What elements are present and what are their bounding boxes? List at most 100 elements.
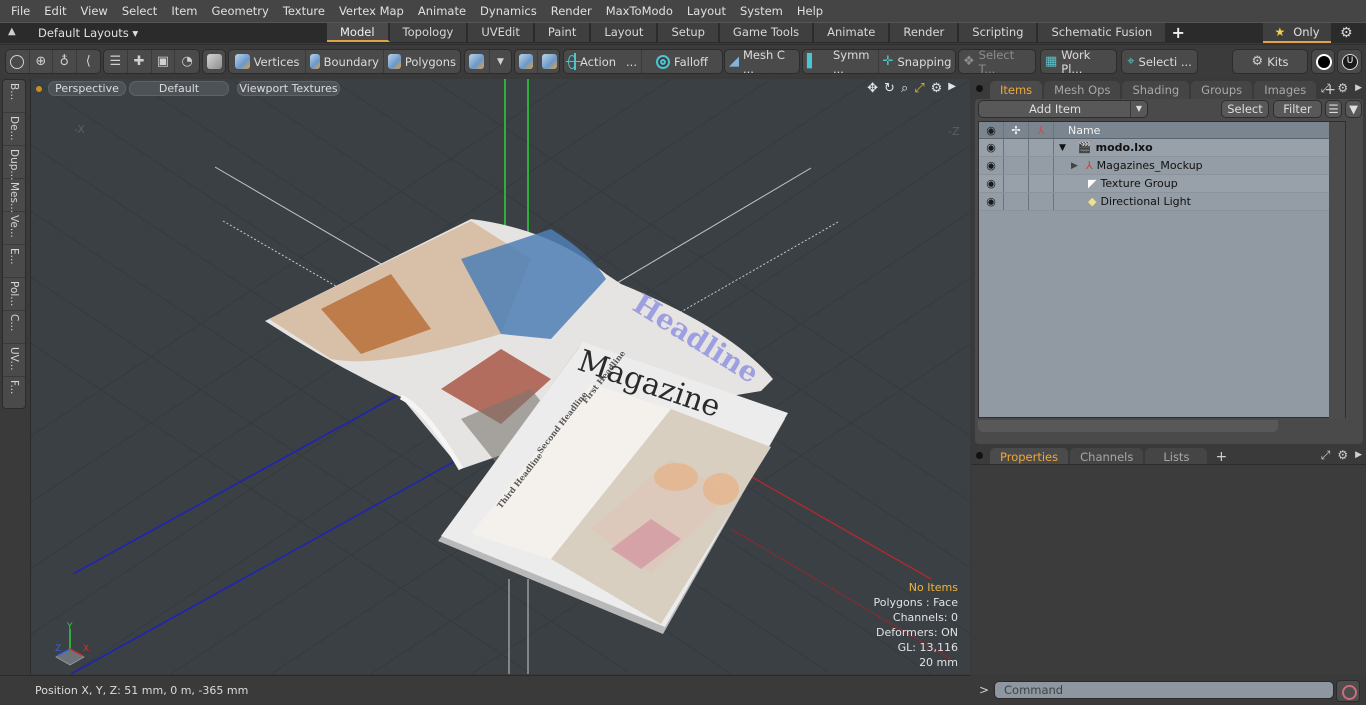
panel-menu-dot[interactable] — [976, 452, 983, 459]
add-layout-tab-button[interactable]: + — [1167, 23, 1189, 42]
panel-expand-icon[interactable]: ▶ — [1355, 448, 1362, 463]
panel-gear-icon[interactable]: ⚙ — [1337, 448, 1348, 463]
expand-arrow-icon[interactable]: ▼ — [1059, 143, 1066, 153]
visibility-toggle[interactable]: ◉ — [979, 157, 1004, 174]
material-mode-button[interactable] — [465, 50, 490, 73]
layout-select[interactable]: Default Layouts ▾ — [38, 25, 138, 41]
maximize-view-icon[interactable]: ⤢ — [914, 81, 924, 96]
menu-select[interactable]: Select — [115, 0, 164, 22]
vtab-curve[interactable]: C... — [3, 311, 25, 344]
filter-button[interactable]: Filter — [1273, 100, 1322, 118]
tab-uvedit[interactable]: UVEdit — [468, 23, 535, 42]
tab-items[interactable]: Items — [990, 81, 1043, 99]
menu-maxtomodo[interactable]: MaxToModo — [599, 0, 680, 22]
menu-help[interactable]: Help — [790, 0, 830, 22]
tree-row-texture-group[interactable]: ◉ ◤ Texture Group — [979, 175, 1345, 193]
square-circle-button[interactable]: ▣ — [152, 50, 176, 73]
dial-button[interactable]: ◔ — [175, 50, 199, 73]
vtab-uv[interactable]: UV... — [3, 344, 25, 377]
type-column-header[interactable]: ⅄ — [1029, 122, 1054, 138]
world-axis-button[interactable] — [515, 50, 538, 73]
menu-render[interactable]: Render — [544, 0, 599, 22]
select-through-button[interactable]: ❖ Select T... — [959, 50, 1035, 73]
tab-schematic-fusion[interactable]: Schematic Fusion — [1038, 23, 1168, 42]
tab-groups[interactable]: Groups — [1191, 81, 1253, 99]
maximize-panel-icon[interactable]: ⤢ — [1321, 81, 1331, 96]
vtab-basic[interactable]: B... — [3, 80, 25, 113]
menu-view[interactable]: View — [74, 0, 115, 22]
snapping-button[interactable]: ✛ Snapping — [879, 50, 955, 73]
record-macro-button[interactable] — [1336, 680, 1360, 702]
boundary-mode-button[interactable]: Boundary — [306, 50, 384, 73]
funnel-filter-button[interactable]: ▼ — [1345, 100, 1362, 118]
tree-row-magazines[interactable]: ◉ ▶ ⅄ Magazines_Mockup — [979, 157, 1345, 175]
menu-edit[interactable]: Edit — [37, 0, 73, 22]
select-circle-button[interactable] — [6, 50, 30, 73]
visibility-toggle[interactable]: ◉ — [979, 139, 1004, 156]
add-item-dropdown-icon[interactable]: ▼ — [1130, 101, 1147, 117]
menu-animate[interactable]: Animate — [411, 0, 473, 22]
tree-row-directional-light[interactable]: ◉ ◆ Directional Light — [979, 193, 1345, 211]
only-favorites-button[interactable]: ★ Only — [1263, 23, 1331, 43]
panel-menu-dot[interactable] — [976, 85, 983, 92]
menu-dynamics[interactable]: Dynamics — [473, 0, 544, 22]
tab-paint[interactable]: Paint — [534, 23, 592, 42]
tab-scripting[interactable]: Scripting — [959, 23, 1039, 42]
tab-mesh-ops[interactable]: Mesh Ops — [1044, 81, 1121, 99]
work-plane-button[interactable]: ▦ Work Pl... — [1041, 50, 1116, 73]
menu-layout[interactable]: Layout — [680, 0, 733, 22]
select-button[interactable]: Select — [1221, 100, 1269, 118]
viewport-textures-button[interactable]: Viewport Textures — [237, 81, 340, 96]
falloff-button[interactable]: Falloff — [642, 50, 722, 73]
list-options-button[interactable]: ☰ — [1325, 100, 1342, 118]
gear-icon[interactable]: ⚙ — [1340, 25, 1353, 41]
local-axis-button[interactable] — [538, 50, 559, 73]
tab-game-tools[interactable]: Game Tools — [719, 23, 815, 42]
lasso-button[interactable]: ⟨ — [77, 50, 100, 73]
vtab-edge[interactable]: E... — [3, 245, 25, 278]
unity-button[interactable] — [1312, 50, 1334, 73]
tab-render[interactable]: Render — [890, 23, 960, 42]
menu-item[interactable]: Item — [164, 0, 204, 22]
tab-model[interactable]: Model — [327, 23, 390, 42]
kits-button[interactable]: ⚙ Kits — [1233, 50, 1307, 73]
align-button[interactable]: ☰ — [104, 50, 128, 73]
perspective-view-button[interactable]: Perspective — [48, 81, 126, 96]
menu-vertex-map[interactable]: Vertex Map — [332, 0, 411, 22]
panel-gear-icon[interactable]: ⚙ — [1337, 81, 1348, 96]
symmetry-button[interactable]: ▌ Symm ... — [803, 50, 879, 73]
tab-layout[interactable]: Layout — [591, 23, 659, 42]
item-mode-button[interactable] — [203, 50, 225, 73]
vtab-deform[interactable]: De... — [3, 113, 25, 146]
command-input[interactable]: Command — [994, 681, 1334, 699]
visibility-column-header[interactable]: ◉ — [979, 122, 1004, 138]
tab-images[interactable]: Images — [1254, 81, 1317, 99]
add-item-button[interactable]: Add Item ▼ — [978, 100, 1148, 118]
selection-sets-button[interactable]: ⌖ Selecti ... — [1122, 50, 1197, 73]
unreal-button[interactable]: U — [1338, 50, 1361, 73]
menu-file[interactable]: File — [4, 0, 37, 22]
vtab-duplicate[interactable]: Dup... — [3, 146, 25, 180]
vtab-fusion[interactable]: F... — [3, 377, 25, 410]
tab-shading[interactable]: Shading — [1122, 81, 1190, 99]
mesh-constraints-button[interactable]: ◢ Mesh C ... — [725, 50, 799, 73]
panel-expand-icon[interactable]: ▶ — [1355, 81, 1362, 96]
vtab-mesh-edit[interactable]: Mes... — [3, 179, 25, 213]
tab-animate[interactable]: Animate — [814, 23, 891, 42]
name-column-header[interactable]: Name — [1054, 122, 1100, 138]
shading-mode-button[interactable]: Default — [129, 81, 229, 96]
rotate-view-icon[interactable]: ↻ — [884, 81, 895, 96]
menu-system[interactable]: System — [733, 0, 790, 22]
move-view-icon[interactable]: ✥ — [867, 81, 878, 96]
polygons-mode-button[interactable]: Polygons — [384, 50, 460, 73]
visibility-toggle[interactable]: ◉ — [979, 193, 1004, 210]
tree-horizontal-scrollbar[interactable] — [978, 420, 1278, 432]
viewport-menu-dot[interactable] — [36, 86, 42, 92]
collapse-arrow-icon[interactable]: ▶ — [1071, 161, 1078, 171]
action-center-button[interactable]: Action... — [564, 50, 642, 73]
expand-right-icon[interactable]: ▶ — [948, 81, 956, 96]
tab-setup[interactable]: Setup — [658, 23, 720, 42]
zoom-view-icon[interactable]: ⌕ — [901, 81, 908, 96]
vtab-vertex[interactable]: Ve... — [3, 212, 25, 245]
collapse-up-icon[interactable]: ▲ — [8, 26, 20, 40]
